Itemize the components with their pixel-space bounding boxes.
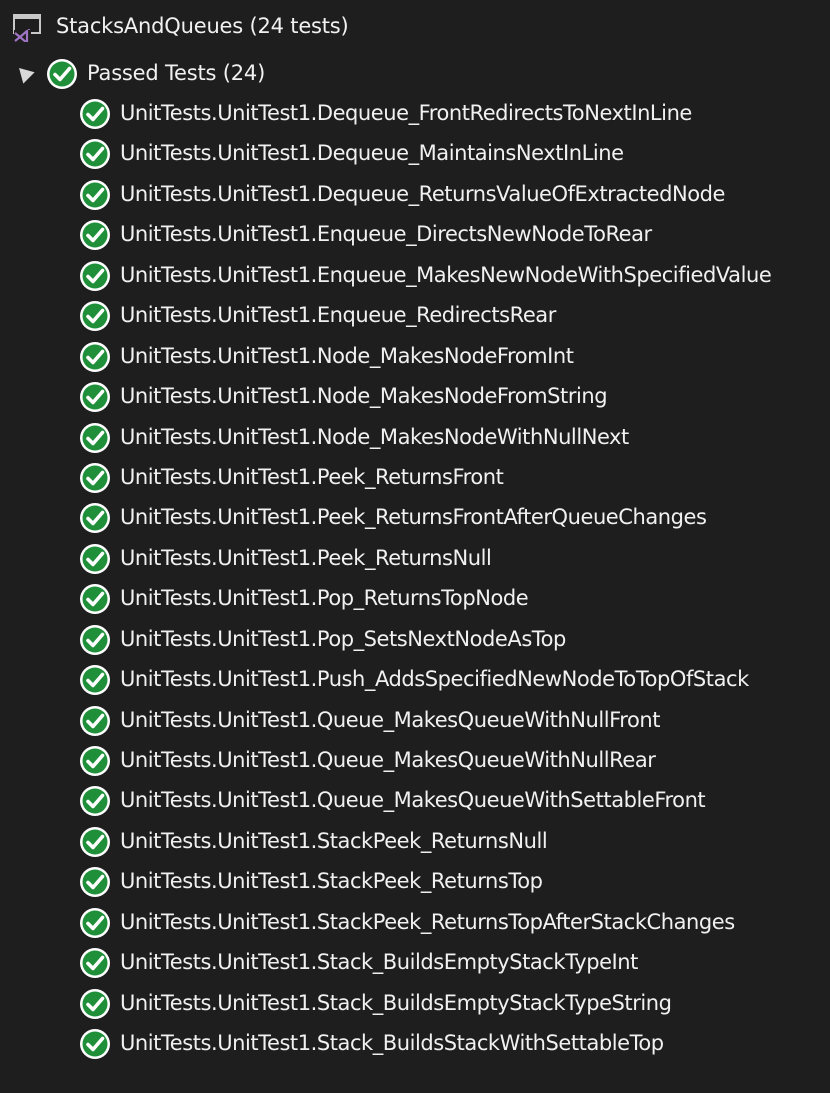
test-name: UnitTests.UnitTest1.Queue_MakesQueueWith… <box>120 748 656 772</box>
test-name: UnitTests.UnitTest1.Dequeue_ReturnsValue… <box>120 181 725 206</box>
test-name: UnitTests.UnitTest1.Pop_SetsNextNodeAsTo… <box>120 626 566 651</box>
passed-check-icon <box>80 584 110 615</box>
passed-check-icon <box>80 301 110 332</box>
passed-tests-group[interactable]: Passed Tests (24) <box>0 55 830 93</box>
passed-check-icon <box>80 382 110 413</box>
visual-studio-project-icon <box>13 14 41 42</box>
passed-check-icon <box>80 826 110 857</box>
test-row[interactable]: UnitTests.UnitTest1.Node_MakesNodeWithNu… <box>0 419 830 459</box>
passed-check-icon <box>47 59 77 89</box>
passed-check-icon <box>80 179 110 210</box>
test-name: UnitTests.UnitTest1.Dequeue_MaintainsNex… <box>120 141 624 166</box>
test-row[interactable]: UnitTests.UnitTest1.Node_MakesNodeFromIn… <box>0 338 830 378</box>
test-row[interactable]: UnitTests.UnitTest1.Push_AddsSpecifiedNe… <box>0 661 830 701</box>
expand-triangle-icon[interactable] <box>13 62 35 84</box>
test-name: UnitTests.UnitTest1.Node_MakesNodeWithNu… <box>120 424 629 449</box>
passed-check-icon <box>80 503 110 534</box>
passed-check-icon <box>80 948 110 979</box>
project-title: StacksAndQueues (24 tests) <box>56 14 349 38</box>
test-row[interactable]: UnitTests.UnitTest1.Dequeue_ReturnsValue… <box>0 176 830 216</box>
test-name: UnitTests.UnitTest1.Stack_BuildsStackWit… <box>120 1031 664 1056</box>
test-name: UnitTests.UnitTest1.Enqueue_RedirectsRea… <box>120 303 556 328</box>
test-row[interactable]: UnitTests.UnitTest1.StackPeek_ReturnsNul… <box>0 823 830 863</box>
test-list: UnitTests.UnitTest1.Dequeue_FrontRedirec… <box>0 95 830 1066</box>
passed-check-icon <box>80 746 110 776</box>
test-row[interactable]: UnitTests.UnitTest1.Dequeue_FrontRedirec… <box>0 95 830 135</box>
test-row[interactable]: UnitTests.UnitTest1.Queue_MakesQueueWith… <box>0 742 830 782</box>
passed-check-icon <box>80 543 110 574</box>
test-row[interactable]: UnitTests.UnitTest1.Enqueue_RedirectsRea… <box>0 297 830 337</box>
passed-check-icon <box>80 99 110 129</box>
test-row[interactable]: UnitTests.UnitTest1.Stack_BuildsStackWit… <box>0 1025 830 1065</box>
test-row[interactable]: UnitTests.UnitTest1.Stack_BuildsEmptySta… <box>0 944 830 984</box>
passed-check-icon <box>80 867 110 898</box>
test-row[interactable]: UnitTests.UnitTest1.Node_MakesNodeFromSt… <box>0 378 830 418</box>
test-row[interactable]: UnitTests.UnitTest1.Peek_ReturnsFrontAft… <box>0 499 830 539</box>
passed-check-icon <box>80 462 110 493</box>
project-row[interactable]: StacksAndQueues (24 tests) <box>0 6 830 46</box>
passed-check-icon <box>80 624 110 655</box>
test-name: UnitTests.UnitTest1.StackPeek_ReturnsTop <box>120 869 543 894</box>
test-name: UnitTests.UnitTest1.Node_MakesNodeFromSt… <box>120 384 608 409</box>
test-name: UnitTests.UnitTest1.Peek_ReturnsFront <box>120 464 504 489</box>
passed-check-icon <box>80 907 110 938</box>
test-name: UnitTests.UnitTest1.Dequeue_FrontRedirec… <box>120 101 692 125</box>
test-row[interactable]: UnitTests.UnitTest1.Pop_SetsNextNodeAsTo… <box>0 621 830 661</box>
passed-check-icon <box>80 260 110 291</box>
test-name: UnitTests.UnitTest1.Enqueue_MakesNewNode… <box>120 262 772 287</box>
test-row[interactable]: UnitTests.UnitTest1.Queue_MakesQueueWith… <box>0 702 830 742</box>
test-name: UnitTests.UnitTest1.Peek_ReturnsFrontAft… <box>120 505 707 530</box>
test-name: UnitTests.UnitTest1.StackPeek_ReturnsNul… <box>120 828 548 853</box>
passed-check-icon <box>80 786 110 817</box>
passed-check-icon <box>80 665 110 696</box>
test-row[interactable]: UnitTests.UnitTest1.Dequeue_MaintainsNex… <box>0 135 830 175</box>
test-row[interactable]: UnitTests.UnitTest1.StackPeek_ReturnsTop <box>0 863 830 903</box>
test-row[interactable]: UnitTests.UnitTest1.Peek_ReturnsFront <box>0 459 830 499</box>
test-row[interactable]: UnitTests.UnitTest1.Enqueue_MakesNewNode… <box>0 257 830 297</box>
test-row[interactable]: UnitTests.UnitTest1.Stack_BuildsEmptySta… <box>0 985 830 1025</box>
passed-check-icon <box>80 139 110 170</box>
test-name: UnitTests.UnitTest1.Queue_MakesQueueWith… <box>120 788 706 813</box>
passed-tests-label: Passed Tests (24) <box>87 61 266 85</box>
passed-check-icon <box>80 220 110 251</box>
test-row[interactable]: UnitTests.UnitTest1.Queue_MakesQueueWith… <box>0 782 830 822</box>
passed-check-icon <box>80 1029 110 1060</box>
passed-check-icon <box>80 341 110 372</box>
test-name: UnitTests.UnitTest1.Peek_ReturnsNull <box>120 545 492 570</box>
passed-check-icon <box>80 422 110 453</box>
test-row[interactable]: UnitTests.UnitTest1.Pop_ReturnsTopNode <box>0 580 830 620</box>
test-name: UnitTests.UnitTest1.Push_AddsSpecifiedNe… <box>120 667 749 692</box>
passed-check-icon <box>80 988 110 1019</box>
test-name: UnitTests.UnitTest1.Queue_MakesQueueWith… <box>120 707 661 732</box>
test-name: UnitTests.UnitTest1.Stack_BuildsEmptySta… <box>120 990 672 1015</box>
test-row[interactable]: UnitTests.UnitTest1.Peek_ReturnsNull <box>0 540 830 580</box>
passed-check-icon <box>80 705 110 736</box>
test-name: UnitTests.UnitTest1.Enqueue_DirectsNewNo… <box>120 222 652 247</box>
test-row[interactable]: UnitTests.UnitTest1.StackPeek_ReturnsTop… <box>0 904 830 944</box>
test-name: UnitTests.UnitTest1.Node_MakesNodeFromIn… <box>120 343 574 368</box>
test-name: UnitTests.UnitTest1.StackPeek_ReturnsTop… <box>120 909 735 934</box>
test-name: UnitTests.UnitTest1.Stack_BuildsEmptySta… <box>120 950 638 975</box>
test-name: UnitTests.UnitTest1.Pop_ReturnsTopNode <box>120 586 529 611</box>
test-row[interactable]: UnitTests.UnitTest1.Enqueue_DirectsNewNo… <box>0 216 830 256</box>
